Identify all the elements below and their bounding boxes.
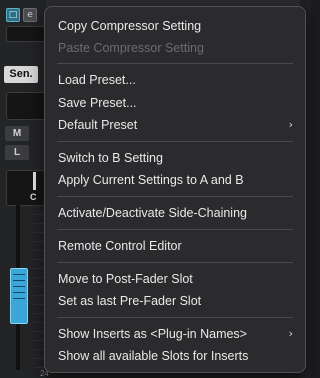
menu-item-show-all-slots[interactable]: Show all available Slots for Inserts <box>58 347 295 365</box>
volume-fader[interactable] <box>10 268 28 324</box>
menu-item-label: Show all available Slots for Inserts <box>58 349 249 363</box>
menu-item-save-preset[interactable]: Save Preset... <box>58 94 295 112</box>
menu-separator <box>57 196 293 197</box>
strip-icon-row: □ e <box>6 8 44 22</box>
mute-button[interactable]: M <box>5 126 29 141</box>
menu-item-label: Load Preset... <box>58 73 136 87</box>
menu-item-label: Show Inserts as <Plug-in Names> <box>58 327 247 341</box>
menu-item-label: Default Preset <box>58 118 138 132</box>
insert-icon[interactable]: □ <box>6 8 20 22</box>
menu-item-label: Save Preset... <box>58 96 137 110</box>
pan-center-label: C <box>30 192 37 202</box>
insert-context-menu: Copy Compressor Setting Paste Compressor… <box>44 6 306 373</box>
menu-item-switch-to-b[interactable]: Switch to B Setting <box>58 149 295 167</box>
menu-item-label: Set as last Pre-Fader Slot <box>58 294 202 308</box>
menu-item-show-inserts-as[interactable]: Show Inserts as <Plug-in Names> › <box>58 325 295 343</box>
menu-separator <box>57 262 293 263</box>
menu-item-label: Activate/Deactivate Side-Chaining <box>58 206 247 220</box>
menu-item-copy-compressor-setting[interactable]: Copy Compressor Setting <box>58 17 295 35</box>
menu-separator <box>57 63 293 64</box>
menu-item-label: Copy Compressor Setting <box>58 19 202 33</box>
pan-control[interactable] <box>6 170 46 206</box>
menu-item-load-preset[interactable]: Load Preset... <box>58 71 295 89</box>
channel-strip: □ e Sen. M L C 24 <box>0 0 49 378</box>
listen-button[interactable]: L <box>5 145 29 160</box>
menu-item-label: Remote Control Editor <box>58 239 182 253</box>
chevron-right-icon: › <box>288 327 293 340</box>
menu-item-move-to-post-fader[interactable]: Move to Post-Fader Slot <box>58 270 295 288</box>
chevron-right-icon: › <box>288 118 293 131</box>
pan-indicator <box>33 172 36 190</box>
menu-item-label: Move to Post-Fader Slot <box>58 272 193 286</box>
send-slot[interactable] <box>6 92 46 120</box>
menu-separator <box>57 229 293 230</box>
menu-item-remote-control-editor[interactable]: Remote Control Editor <box>58 237 295 255</box>
menu-item-label: Apply Current Settings to A and B <box>58 173 244 187</box>
menu-item-paste-compressor-setting: Paste Compressor Setting <box>58 39 295 57</box>
insert-slot[interactable] <box>6 26 46 42</box>
edit-icon[interactable]: e <box>23 8 37 22</box>
menu-item-side-chaining[interactable]: Activate/Deactivate Side-Chaining <box>58 204 295 222</box>
menu-item-default-preset[interactable]: Default Preset › <box>58 116 295 134</box>
menu-item-apply-to-a-and-b[interactable]: Apply Current Settings to A and B <box>58 171 295 189</box>
menu-item-label: Paste Compressor Setting <box>58 41 204 55</box>
menu-separator <box>57 317 293 318</box>
fader-scale <box>34 205 44 370</box>
menu-item-label: Switch to B Setting <box>58 151 163 165</box>
menu-item-set-last-pre-fader[interactable]: Set as last Pre-Fader Slot <box>58 292 295 310</box>
sends-tab[interactable]: Sen. <box>4 66 38 83</box>
menu-separator <box>57 141 293 142</box>
